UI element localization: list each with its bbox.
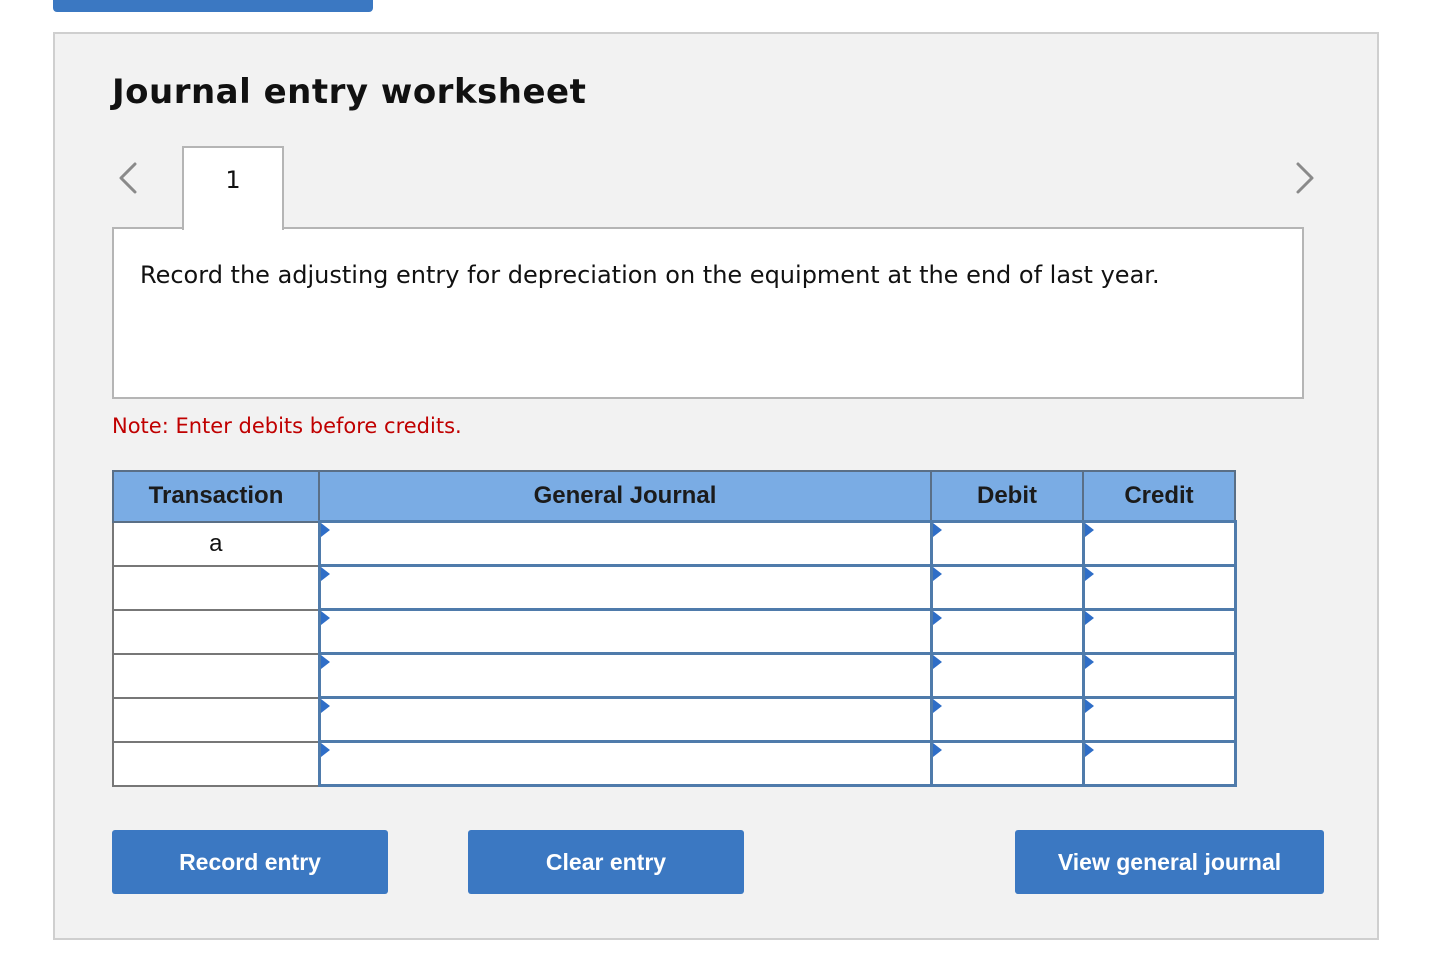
debit-input[interactable] [932, 611, 1082, 652]
credit-input[interactable] [1084, 699, 1234, 740]
dropdown-marker-icon [932, 523, 942, 537]
question-prompt-box: Record the adjusting entry for depreciat… [112, 227, 1304, 399]
clear-entry-button[interactable]: Clear entry [468, 830, 744, 894]
record-entry-button[interactable]: Record entry [112, 830, 388, 894]
dropdown-marker-icon [320, 699, 330, 713]
dropdown-marker-icon [932, 567, 942, 581]
table-row [112, 608, 1237, 655]
debit-cell [929, 520, 1085, 567]
dropdown-marker-icon [932, 699, 942, 713]
account-cell [317, 564, 933, 611]
account-cell [317, 652, 933, 699]
top-tab-bar [53, 0, 373, 12]
dropdown-marker-icon [1084, 699, 1094, 713]
transaction-cell [112, 652, 320, 699]
transaction-cell [112, 696, 320, 743]
dropdown-marker-icon [320, 655, 330, 669]
chevron-left-icon[interactable] [113, 158, 143, 198]
view-general-journal-button[interactable]: View general journal [1015, 830, 1324, 894]
transaction-cell [112, 564, 320, 611]
credit-input[interactable] [1084, 655, 1234, 696]
dropdown-marker-icon [932, 611, 942, 625]
debit-cell [929, 696, 1085, 743]
account-cell [317, 740, 933, 787]
column-header-general-journal: General Journal [318, 470, 932, 523]
transaction-cell: a [112, 520, 320, 567]
debit-cell [929, 608, 1085, 655]
credit-input[interactable] [1084, 523, 1234, 564]
credit-cell [1081, 520, 1237, 567]
dropdown-marker-icon [932, 655, 942, 669]
dropdown-marker-icon [932, 743, 942, 757]
credit-cell [1081, 740, 1237, 787]
credit-cell [1081, 652, 1237, 699]
transaction-cell [112, 608, 320, 655]
account-input[interactable] [320, 655, 930, 696]
transaction-cell [112, 740, 320, 787]
credit-cell [1081, 696, 1237, 743]
table-row [112, 564, 1237, 611]
account-input[interactable] [320, 743, 930, 784]
account-input[interactable] [320, 523, 930, 564]
table-row [112, 652, 1237, 699]
question-prompt-text: Record the adjusting entry for depreciat… [140, 261, 1160, 289]
credit-input[interactable] [1084, 567, 1234, 608]
account-input[interactable] [320, 567, 930, 608]
entry-note: Note: Enter debits before credits. [112, 414, 462, 438]
debit-input[interactable] [932, 699, 1082, 740]
dropdown-marker-icon [1084, 655, 1094, 669]
account-cell [317, 608, 933, 655]
dropdown-marker-icon [1084, 523, 1094, 537]
journal-worksheet-panel: Journal entry worksheet 1 Record the adj… [53, 32, 1379, 940]
account-input[interactable] [320, 699, 930, 740]
debit-cell [929, 652, 1085, 699]
table-row [112, 696, 1237, 743]
page-title: Journal entry worksheet [112, 72, 587, 112]
account-cell [317, 696, 933, 743]
credit-input[interactable] [1084, 611, 1234, 652]
column-header-debit: Debit [930, 470, 1084, 523]
table-row [112, 740, 1237, 787]
credit-input[interactable] [1084, 743, 1234, 784]
credit-cell [1081, 608, 1237, 655]
dropdown-marker-icon [1084, 743, 1094, 757]
tab-1[interactable]: 1 [182, 146, 284, 230]
debit-input[interactable] [932, 655, 1082, 696]
debit-input[interactable] [932, 567, 1082, 608]
column-header-transaction: Transaction [112, 470, 320, 523]
dropdown-marker-icon [320, 523, 330, 537]
column-header-credit: Credit [1082, 470, 1236, 523]
table-header-row: Transaction General Journal Debit Credit [112, 470, 1236, 523]
account-input[interactable] [320, 611, 930, 652]
debit-input[interactable] [932, 743, 1082, 784]
account-cell [317, 520, 933, 567]
journal-entry-table: Transaction General Journal Debit Credit… [112, 470, 1237, 787]
dropdown-marker-icon [320, 567, 330, 581]
dropdown-marker-icon [1084, 567, 1094, 581]
dropdown-marker-icon [1084, 611, 1094, 625]
table-row: a [112, 520, 1237, 567]
chevron-right-icon[interactable] [1290, 158, 1320, 198]
debit-cell [929, 564, 1085, 611]
debit-input[interactable] [932, 523, 1082, 564]
dropdown-marker-icon [320, 611, 330, 625]
dropdown-marker-icon [320, 743, 330, 757]
credit-cell [1081, 564, 1237, 611]
debit-cell [929, 740, 1085, 787]
